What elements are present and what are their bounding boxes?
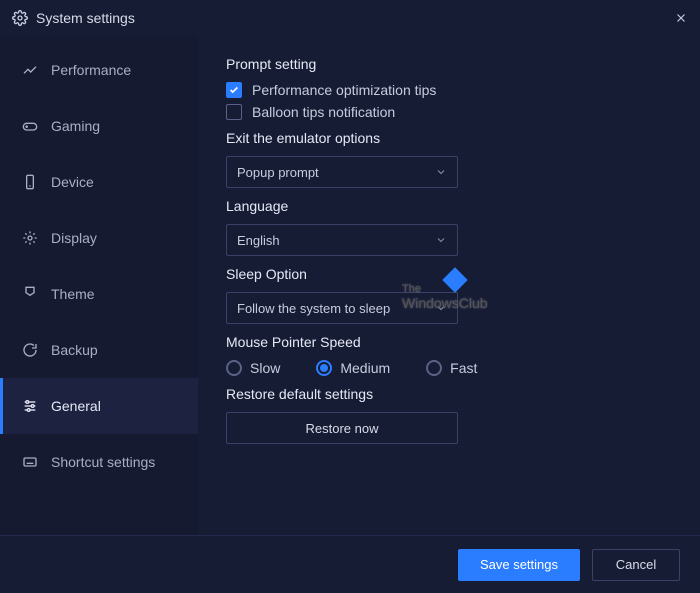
prompt-heading: Prompt setting	[226, 56, 672, 72]
chevron-down-icon	[435, 234, 447, 246]
balloon-tips-checkbox[interactable]: Balloon tips notification	[226, 104, 672, 120]
select-value: English	[237, 233, 280, 248]
sidebar-item-display[interactable]: Display	[0, 210, 198, 266]
sidebar-item-label: Performance	[51, 62, 131, 78]
radio-icon	[316, 360, 332, 376]
mouse-speed-radio-group: Slow Medium Fast	[226, 360, 672, 376]
display-icon	[21, 229, 39, 247]
radio-label: Slow	[250, 360, 280, 376]
sidebar-item-shortcut[interactable]: Shortcut settings	[0, 434, 198, 490]
performance-tips-checkbox[interactable]: Performance optimization tips	[226, 82, 672, 98]
sleep-heading: Sleep Option	[226, 266, 672, 282]
select-value: Follow the system to sleep	[237, 301, 390, 316]
exit-options-select[interactable]: Popup prompt	[226, 156, 458, 188]
sidebar-item-backup[interactable]: Backup	[0, 322, 198, 378]
sidebar-item-label: Theme	[51, 286, 95, 302]
sidebar-item-label: Gaming	[51, 118, 100, 134]
mouse-speed-slow[interactable]: Slow	[226, 360, 280, 376]
radio-icon	[426, 360, 442, 376]
radio-label: Medium	[340, 360, 390, 376]
device-icon	[21, 173, 39, 191]
settings-window: System settings Performance Gaming Devic…	[0, 0, 700, 593]
checkbox-label: Performance optimization tips	[252, 82, 436, 98]
backup-icon	[21, 341, 39, 359]
sidebar-item-label: Display	[51, 230, 97, 246]
cancel-button[interactable]: Cancel	[592, 549, 680, 581]
sidebar-item-label: Backup	[51, 342, 98, 358]
close-icon[interactable]	[674, 11, 688, 25]
sidebar-item-performance[interactable]: Performance	[0, 42, 198, 98]
sidebar-item-general[interactable]: General	[0, 378, 198, 434]
radio-icon	[226, 360, 242, 376]
chevron-down-icon	[435, 166, 447, 178]
checkbox-icon	[226, 104, 242, 120]
language-heading: Language	[226, 198, 672, 214]
mouse-heading: Mouse Pointer Speed	[226, 334, 672, 350]
general-icon	[21, 397, 39, 415]
window-title: System settings	[36, 10, 674, 26]
titlebar: System settings	[0, 0, 700, 36]
footer: Save settings Cancel	[0, 535, 700, 593]
window-body: Performance Gaming Device Display Theme …	[0, 36, 700, 535]
select-value: Popup prompt	[237, 165, 319, 180]
chevron-down-icon	[435, 302, 447, 314]
sleep-option-select[interactable]: Follow the system to sleep	[226, 292, 458, 324]
restore-now-button[interactable]: Restore now	[226, 412, 458, 444]
language-select[interactable]: English	[226, 224, 458, 256]
gear-icon	[12, 10, 28, 26]
performance-icon	[21, 61, 39, 79]
sidebar-item-device[interactable]: Device	[0, 154, 198, 210]
theme-icon	[21, 285, 39, 303]
save-button[interactable]: Save settings	[458, 549, 580, 581]
sidebar-item-label: Shortcut settings	[51, 454, 155, 470]
mouse-speed-medium[interactable]: Medium	[316, 360, 390, 376]
sidebar: Performance Gaming Device Display Theme …	[0, 36, 198, 535]
exit-heading: Exit the emulator options	[226, 130, 672, 146]
restore-heading: Restore default settings	[226, 386, 672, 402]
sidebar-item-theme[interactable]: Theme	[0, 266, 198, 322]
sidebar-item-label: General	[51, 398, 101, 414]
checkbox-label: Balloon tips notification	[252, 104, 395, 120]
mouse-speed-fast[interactable]: Fast	[426, 360, 477, 376]
sidebar-item-label: Device	[51, 174, 94, 190]
sidebar-item-gaming[interactable]: Gaming	[0, 98, 198, 154]
checkbox-icon	[226, 82, 242, 98]
shortcut-icon	[21, 453, 39, 471]
gaming-icon	[21, 117, 39, 135]
content-panel: Prompt setting Performance optimization …	[198, 36, 700, 535]
radio-label: Fast	[450, 360, 477, 376]
